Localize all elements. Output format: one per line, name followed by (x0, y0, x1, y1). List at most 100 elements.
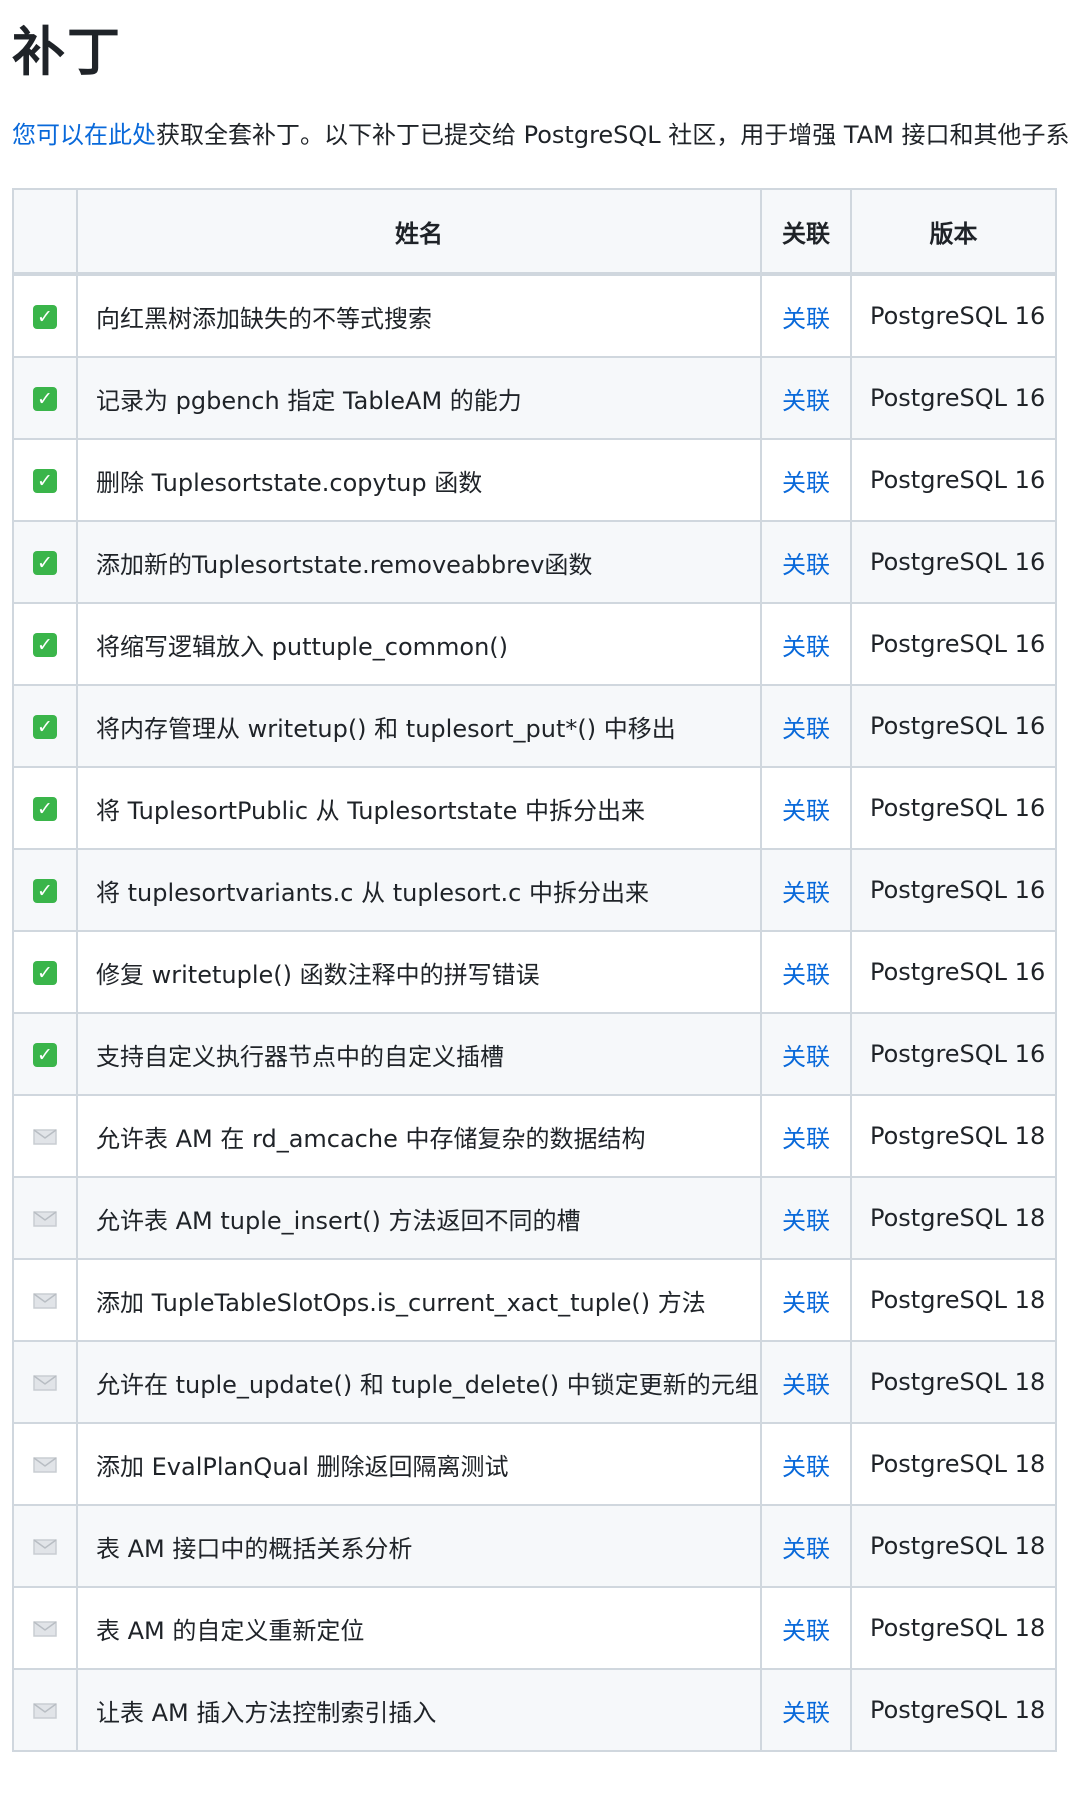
status-column-header (12, 188, 78, 276)
patch-table: 姓名 关联 版本 ✓ 向红黑树添加缺失的不等式搜索 关联 PostgreSQL … (12, 188, 1057, 1752)
check-mark-icon: ✓ (33, 305, 57, 329)
envelope-icon (33, 1375, 57, 1391)
table-row: 让表 AM 插入方法控制索引插入 关联 PostgreSQL 18 (12, 1668, 1057, 1752)
status-cell: ✓ (12, 684, 78, 768)
link-cell: 关联 (760, 1668, 852, 1752)
patch-name: 将内存管理从 writetup() 和 tuplesort_put*() 中移出 (76, 684, 762, 768)
patch-name: 记录为 pgbench 指定 TableAM 的能力 (76, 356, 762, 440)
link-cell: 关联 (760, 848, 852, 932)
patch-version: PostgreSQL 18 (850, 1668, 1057, 1752)
check-mark-icon: ✓ (33, 633, 57, 657)
link-cell: 关联 (760, 1258, 852, 1342)
patch-link[interactable]: 关联 (782, 1207, 830, 1235)
table-row: ✓ 向红黑树添加缺失的不等式搜索 关联 PostgreSQL 16 (12, 273, 1057, 358)
table-row: ✓ 记录为 pgbench 指定 TableAM 的能力 关联 PostgreS… (12, 356, 1057, 440)
patch-link[interactable]: 关联 (782, 1453, 830, 1481)
link-cell: 关联 (760, 438, 852, 522)
patch-name: 将缩写逻辑放入 puttuple_common() (76, 602, 762, 686)
patch-link[interactable]: 关联 (782, 797, 830, 825)
patch-name: 添加新的Tuplesortstate.removeabbrev函数 (76, 520, 762, 604)
status-cell (12, 1586, 78, 1670)
patch-name: 允许表 AM tuple_insert() 方法返回不同的槽 (76, 1176, 762, 1260)
link-cell: 关联 (760, 1176, 852, 1260)
patch-link[interactable]: 关联 (782, 387, 830, 415)
patch-link[interactable]: 关联 (782, 469, 830, 497)
patch-name: 修复 writetuple() 函数注释中的拼写错误 (76, 930, 762, 1014)
patch-version: PostgreSQL 16 (850, 520, 1057, 604)
patch-name: 表 AM 的自定义重新定位 (76, 1586, 762, 1670)
status-cell: ✓ (12, 848, 78, 932)
patch-link[interactable]: 关联 (782, 1289, 830, 1317)
table-row: 允许表 AM tuple_insert() 方法返回不同的槽 关联 Postgr… (12, 1176, 1057, 1260)
check-mark-icon: ✓ (33, 469, 57, 493)
patch-name: 删除 Tuplesortstate.copytup 函数 (76, 438, 762, 522)
table-row: ✓ 添加新的Tuplesortstate.removeabbrev函数 关联 P… (12, 520, 1057, 604)
envelope-icon (33, 1457, 57, 1473)
patch-link[interactable]: 关联 (782, 1371, 830, 1399)
check-mark-icon: ✓ (33, 551, 57, 575)
table-row: 表 AM 接口中的概括关系分析 关联 PostgreSQL 18 (12, 1504, 1057, 1588)
link-cell: 关联 (760, 520, 852, 604)
patch-version: PostgreSQL 16 (850, 848, 1057, 932)
link-cell: 关联 (760, 1094, 852, 1178)
intro-text: 获取全套补丁。以下补丁已提交给 PostgreSQL 社区，用于增强 TAM 接… (156, 121, 1070, 149)
patch-link[interactable]: 关联 (782, 715, 830, 743)
table-row: 允许表 AM 在 rd_amcache 中存储复杂的数据结构 关联 Postgr… (12, 1094, 1057, 1178)
patch-version: PostgreSQL 18 (850, 1586, 1057, 1670)
page: 补丁 您可以在此处获取全套补丁。以下补丁已提交给 PostgreSQL 社区，用… (0, 0, 1080, 1809)
intro-link[interactable]: 您可以在此处 (12, 121, 156, 149)
patch-version: PostgreSQL 16 (850, 602, 1057, 686)
check-mark-icon: ✓ (33, 715, 57, 739)
envelope-icon (33, 1293, 57, 1309)
patch-link[interactable]: 关联 (782, 1617, 830, 1645)
patch-version: PostgreSQL 18 (850, 1094, 1057, 1178)
table-header-row: 姓名 关联 版本 (12, 188, 1057, 276)
envelope-icon (33, 1211, 57, 1227)
patch-version: PostgreSQL 16 (850, 273, 1057, 358)
envelope-icon (33, 1539, 57, 1555)
table-row: ✓ 将 tuplesortvariants.c 从 tuplesort.c 中拆… (12, 848, 1057, 932)
check-mark-icon: ✓ (33, 879, 57, 903)
table-body: ✓ 向红黑树添加缺失的不等式搜索 关联 PostgreSQL 16 ✓ 记录为 … (12, 273, 1057, 1752)
patch-version: PostgreSQL 18 (850, 1340, 1057, 1424)
patch-version: PostgreSQL 18 (850, 1504, 1057, 1588)
table-row: 添加 EvalPlanQual 删除返回隔离测试 关联 PostgreSQL 1… (12, 1422, 1057, 1506)
patch-version: PostgreSQL 18 (850, 1422, 1057, 1506)
patch-link[interactable]: 关联 (782, 633, 830, 661)
link-cell: 关联 (760, 684, 852, 768)
patch-link[interactable]: 关联 (782, 1125, 830, 1153)
table-row: 添加 TupleTableSlotOps.is_current_xact_tup… (12, 1258, 1057, 1342)
link-cell: 关联 (760, 1586, 852, 1670)
patch-name: 让表 AM 插入方法控制索引插入 (76, 1668, 762, 1752)
patch-version: PostgreSQL 16 (850, 684, 1057, 768)
table-row: ✓ 将 TuplesortPublic 从 Tuplesortstate 中拆分… (12, 766, 1057, 850)
envelope-icon (33, 1129, 57, 1145)
patch-version: PostgreSQL 18 (850, 1258, 1057, 1342)
link-column-header: 关联 (760, 188, 852, 276)
patch-link[interactable]: 关联 (782, 1699, 830, 1727)
patch-name: 表 AM 接口中的概括关系分析 (76, 1504, 762, 1588)
patch-version: PostgreSQL 16 (850, 438, 1057, 522)
link-cell: 关联 (760, 356, 852, 440)
envelope-icon (33, 1703, 57, 1719)
link-cell: 关联 (760, 766, 852, 850)
status-cell: ✓ (12, 356, 78, 440)
check-mark-icon: ✓ (33, 387, 57, 411)
patch-name: 添加 EvalPlanQual 删除返回隔离测试 (76, 1422, 762, 1506)
patch-link[interactable]: 关联 (782, 1535, 830, 1563)
patch-link[interactable]: 关联 (782, 305, 830, 333)
patch-link[interactable]: 关联 (782, 961, 830, 989)
status-cell (12, 1504, 78, 1588)
status-cell: ✓ (12, 930, 78, 1014)
patch-link[interactable]: 关联 (782, 551, 830, 579)
table-row: 表 AM 的自定义重新定位 关联 PostgreSQL 18 (12, 1586, 1057, 1670)
status-cell: ✓ (12, 520, 78, 604)
table-row: 允许在 tuple_update() 和 tuple_delete() 中锁定更… (12, 1340, 1057, 1424)
page-title: 补丁 (12, 22, 122, 83)
status-cell (12, 1176, 78, 1260)
version-column-header: 版本 (850, 188, 1057, 276)
status-cell: ✓ (12, 438, 78, 522)
patch-link[interactable]: 关联 (782, 879, 830, 907)
patch-link[interactable]: 关联 (782, 1043, 830, 1071)
name-column-header: 姓名 (76, 188, 762, 276)
